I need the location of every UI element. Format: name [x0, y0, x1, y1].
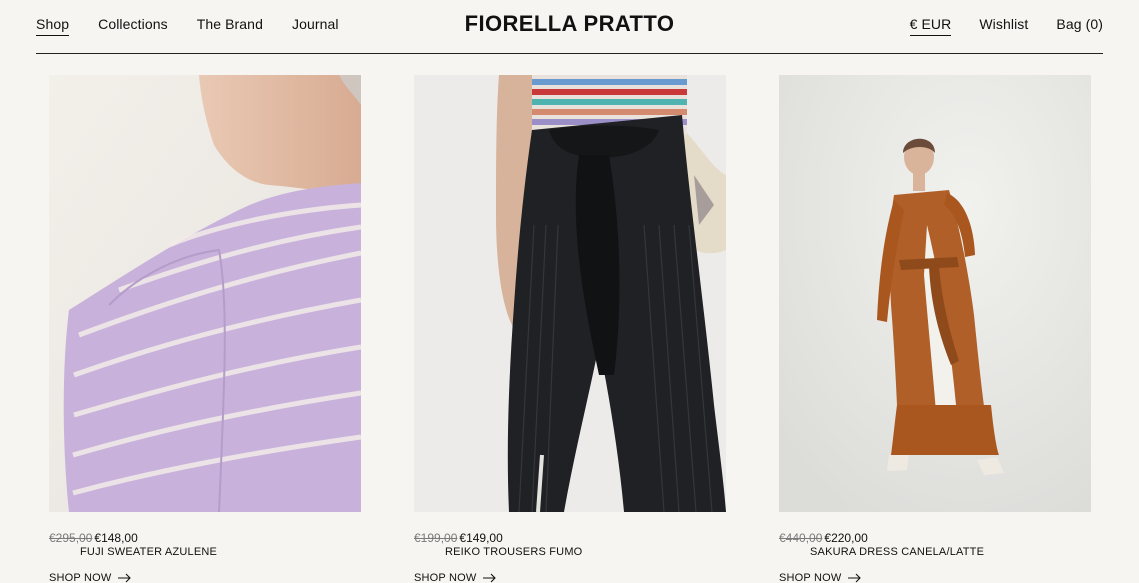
- product-image[interactable]: [414, 75, 726, 512]
- product-name[interactable]: REIKO TROUSERS FUMO: [445, 545, 582, 560]
- price-line: €199,00 €149,00: [414, 530, 503, 546]
- shop-now-label: SHOP NOW: [414, 572, 477, 583]
- arrow-right-icon: [482, 573, 496, 583]
- original-price: €199,00: [414, 531, 458, 545]
- shop-now-link[interactable]: SHOP NOW: [49, 571, 132, 583]
- product-card: €199,00 €149,00 REIKO TROUSERS FUMO SHOP …: [414, 75, 726, 583]
- original-price: €295,00: [49, 531, 93, 545]
- product-name[interactable]: FUJI SWEATER AZULENE: [80, 545, 217, 560]
- site-header: Shop Collections The Brand Journal FIORE…: [0, 0, 1139, 54]
- shop-now-label: SHOP NOW: [779, 572, 842, 583]
- bag-link[interactable]: Bag (0): [1056, 15, 1103, 36]
- wishlist-link[interactable]: Wishlist: [979, 15, 1028, 36]
- utility-nav: € EUR Wishlist Bag (0): [909, 15, 1103, 36]
- arrow-right-icon: [847, 573, 861, 583]
- shop-now-label: SHOP NOW: [49, 572, 112, 583]
- shop-now-link[interactable]: SHOP NOW: [414, 571, 497, 583]
- currency-selector[interactable]: € EUR: [909, 15, 952, 36]
- original-price: €440,00: [779, 531, 823, 545]
- sale-price: €149,00: [459, 531, 503, 545]
- product-image[interactable]: [49, 75, 361, 512]
- arrow-right-icon: [117, 573, 131, 583]
- sale-price: €220,00: [824, 531, 868, 545]
- product-name[interactable]: SAKURA DRESS CANELA/LATTE: [810, 545, 984, 560]
- price-line: €295,00 €148,00: [49, 530, 138, 546]
- sale-price: €148,00: [94, 531, 138, 545]
- product-card: €295,00 €148,00 FUJI SWEATER AZULENE SHOP…: [49, 75, 361, 583]
- product-image[interactable]: [779, 75, 1091, 512]
- price-line: €440,00 €220,00: [779, 530, 868, 546]
- product-card: €440,00 €220,00 SAKURA DRESS CANELA/LATTE…: [779, 75, 1091, 583]
- shop-now-link[interactable]: SHOP NOW: [779, 571, 862, 583]
- header-divider: [36, 53, 1103, 54]
